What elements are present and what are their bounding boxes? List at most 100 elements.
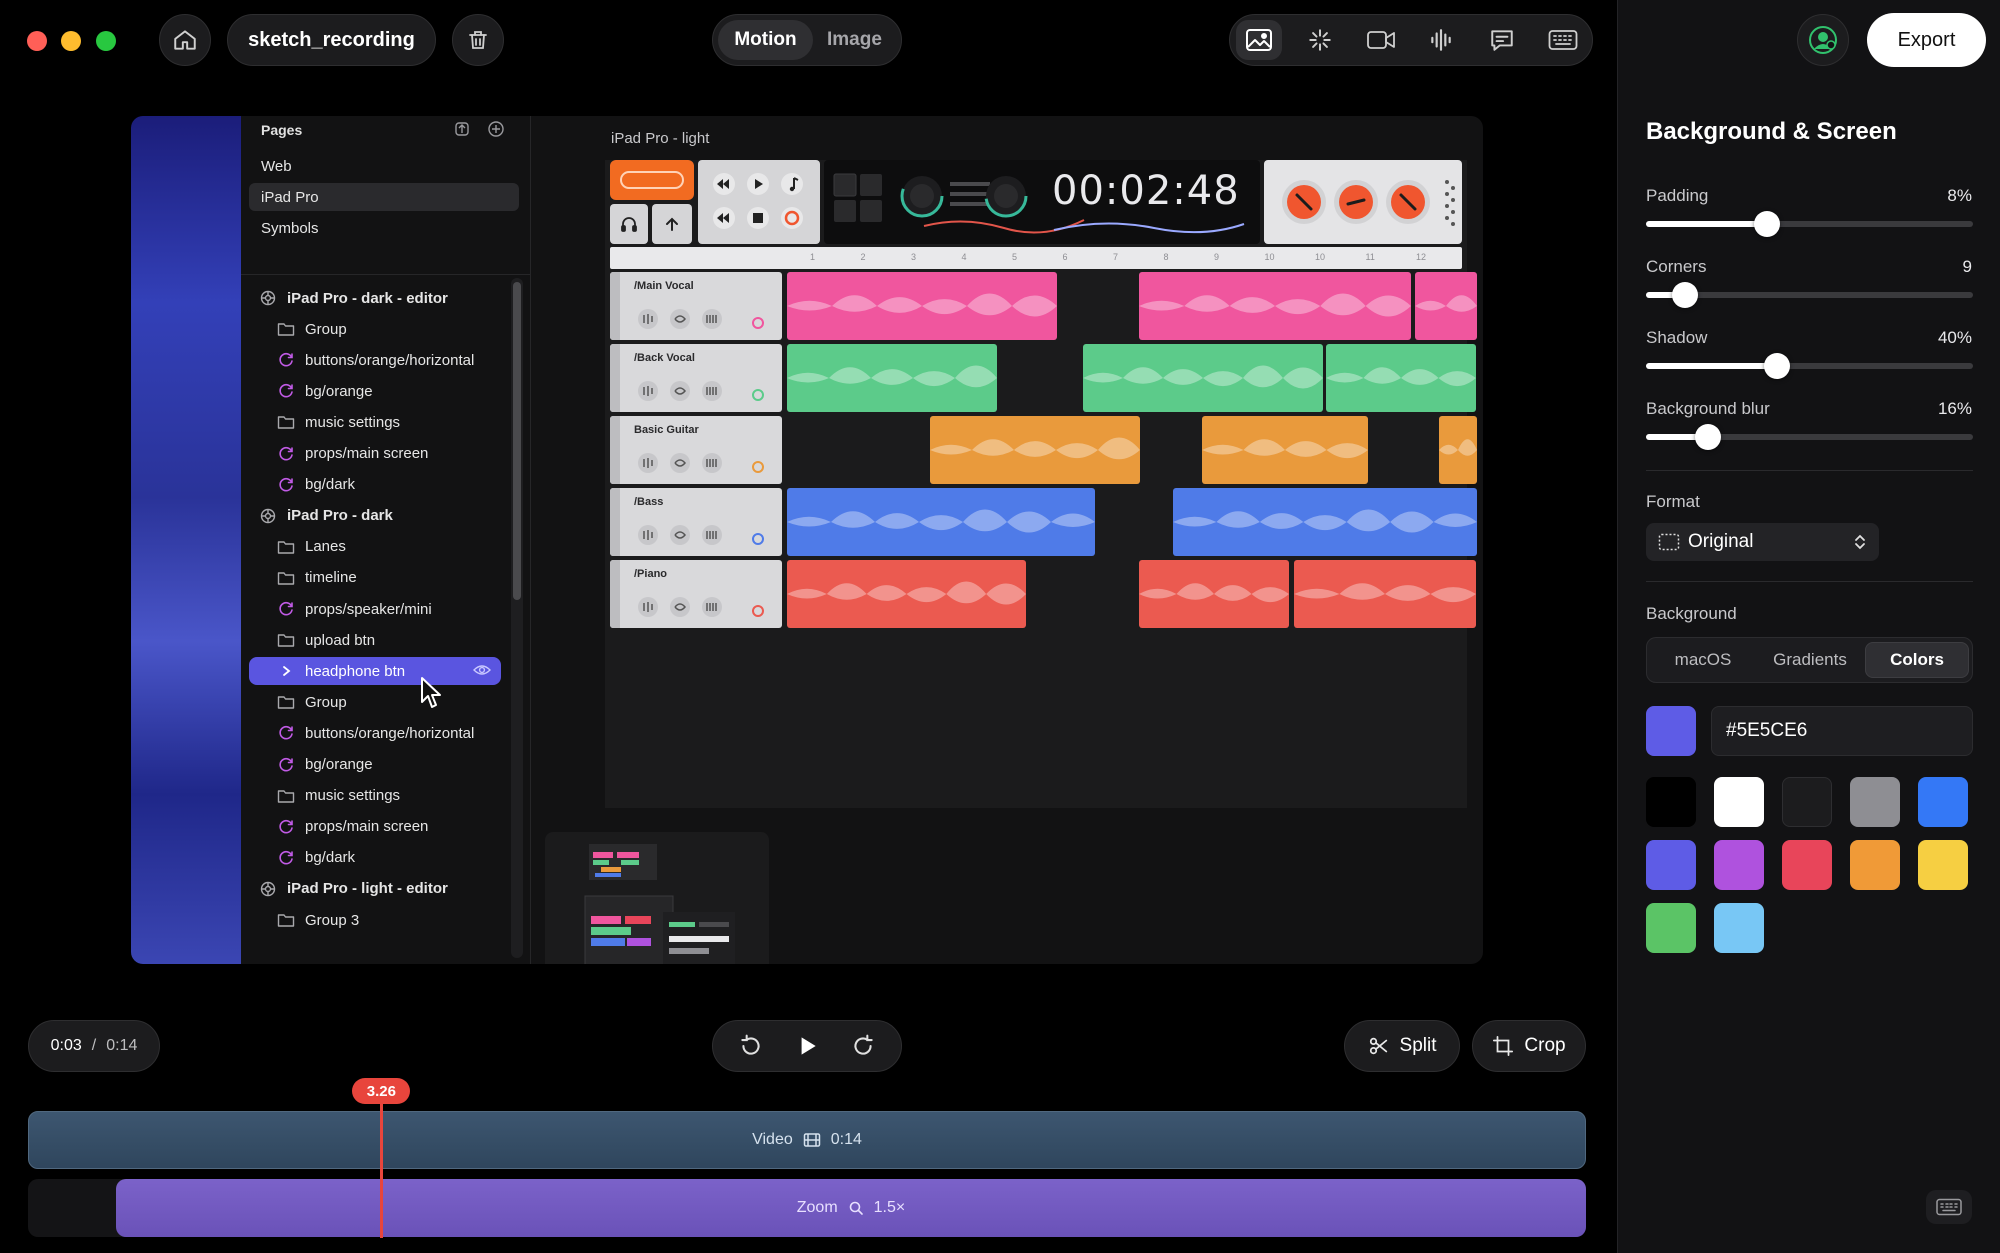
color-swatch[interactable] [1850,840,1900,890]
color-swatch[interactable] [1918,840,1968,890]
daw-track-name: Basic Guitar [634,424,699,436]
zoom-window-button[interactable] [96,31,116,51]
color-swatch[interactable] [1714,840,1764,890]
layer-item[interactable]: iPad Pro - dark [249,502,501,530]
layer-item[interactable]: Group [249,315,501,343]
slider-knob[interactable] [1672,282,1699,308]
layer-item[interactable]: bg/dark [249,844,501,872]
layer-item[interactable]: buttons/orange/horizontal [249,719,501,747]
layers-panel: Pages Web iPad Pro Symbols iPad Pro - dark… [241,116,531,964]
video-track[interactable]: Video 0:14 [28,1111,1586,1169]
chevron-updown-icon [1853,533,1867,551]
crop-button[interactable]: Crop [1472,1020,1586,1072]
audio-tool-button[interactable] [1418,20,1464,60]
daw-upload-button [652,204,692,244]
color-swatch[interactable] [1646,777,1696,827]
layer-item[interactable]: music settings [249,408,501,436]
color-swatch[interactable] [1918,777,1968,827]
background-tab[interactable]: macOS [1651,642,1755,678]
layer-item[interactable]: props/main screen [249,813,501,841]
layer-item[interactable]: buttons/orange/horizontal [249,346,501,374]
color-swatch[interactable] [1714,777,1764,827]
layer-item[interactable]: props/main screen [249,440,501,468]
crop-label: Crop [1524,1035,1566,1056]
page-item[interactable]: Symbols [249,214,519,242]
hex-input[interactable]: #5E5CE6 [1711,706,1973,756]
mode-image-tab[interactable]: Image [813,20,896,60]
ruler-tick-label: 9 [1214,252,1220,262]
color-swatch[interactable] [1782,777,1832,827]
chat-bubble-icon [1489,27,1515,53]
daw-track-controls [634,522,774,548]
cursor-effects-tool-button[interactable] [1297,20,1343,60]
color-swatch[interactable] [1714,903,1764,953]
format-select[interactable]: Original [1646,523,1879,561]
slider-track[interactable] [1646,282,1973,308]
account-button[interactable] [1797,14,1849,66]
keyboard-shortcuts-button[interactable] [1926,1190,1972,1224]
layer-item[interactable]: timeline [249,564,501,592]
captions-tool-button[interactable] [1479,20,1525,60]
layer-item[interactable]: Group [249,688,501,716]
crop-icon [1492,1035,1514,1057]
background-tab[interactable]: Colors [1865,642,1969,678]
mode-motion-tab[interactable]: Motion [718,20,813,60]
keyboard-tool-button[interactable] [1540,20,1586,60]
layer-item[interactable]: music settings [249,782,501,810]
daw-clip [787,344,997,412]
slider-knob[interactable] [1763,353,1790,379]
layer-item[interactable]: bg/orange [249,751,501,779]
slider-track[interactable] [1646,211,1973,237]
symbol-icon [277,476,295,494]
minimize-window-button[interactable] [61,31,81,51]
layer-item[interactable]: Group 3 [249,906,501,934]
page-item[interactable]: iPad Pro [249,183,519,211]
background-tab[interactable]: Gradients [1758,642,1862,678]
layers-scrollbar-thumb[interactable] [513,282,521,600]
rewind-icon[interactable] [738,1033,764,1059]
daw-clip [930,416,1140,484]
collapse-icon[interactable] [453,120,471,138]
home-button[interactable] [159,14,211,66]
project-name-pill[interactable]: sketch_recording [227,14,436,66]
color-swatch[interactable] [1646,840,1696,890]
layer-item[interactable]: props/speaker/mini [249,595,501,623]
page-item[interactable]: Web [249,152,519,180]
slider-track[interactable] [1646,424,1973,450]
layer-item[interactable]: bg/dark [249,471,501,499]
background-label: Background [1646,604,1737,623]
layers-scrollbar[interactable] [511,278,523,958]
background-tool-button[interactable] [1236,20,1282,60]
color-swatch[interactable] [1850,777,1900,827]
layer-item[interactable]: iPad Pro - light - editor [249,875,501,903]
recording-preview[interactable]: Pages Web iPad Pro Symbols iPad Pro - dark… [131,116,1483,964]
add-page-icon[interactable] [487,120,505,138]
delete-button[interactable] [452,14,504,66]
layer-item[interactable]: upload btn [249,626,501,654]
play-icon[interactable] [794,1033,820,1059]
layer-item[interactable]: iPad Pro - dark - editor [249,284,501,312]
split-button[interactable]: Split [1344,1020,1460,1072]
layer-item[interactable]: bg/orange [249,377,501,405]
eye-icon[interactable] [473,663,491,677]
daw-clip [1415,272,1477,340]
folder-icon [277,320,295,338]
upload-arrow-icon [664,216,680,232]
layer-item-label: upload btn [305,631,376,649]
forward-icon[interactable] [850,1033,876,1059]
slider-knob[interactable] [1695,424,1722,450]
color-swatch[interactable] [1646,903,1696,953]
selected-color-swatch[interactable] [1646,706,1696,756]
daw-clip [1439,416,1477,484]
color-swatch[interactable] [1782,840,1832,890]
export-button[interactable]: Export [1867,13,1986,67]
layer-item-selected[interactable]: headphone btn [249,657,501,686]
close-window-button[interactable] [27,31,47,51]
zoom-track[interactable]: Zoom 1.5× [116,1179,1586,1237]
slider-track[interactable] [1646,353,1973,379]
layer-item[interactable]: Lanes [249,533,501,561]
slider-knob[interactable] [1753,211,1780,237]
minimap-thumbnail[interactable] [545,832,769,964]
camera-tool-button[interactable] [1358,20,1404,60]
folder-icon [277,693,295,711]
